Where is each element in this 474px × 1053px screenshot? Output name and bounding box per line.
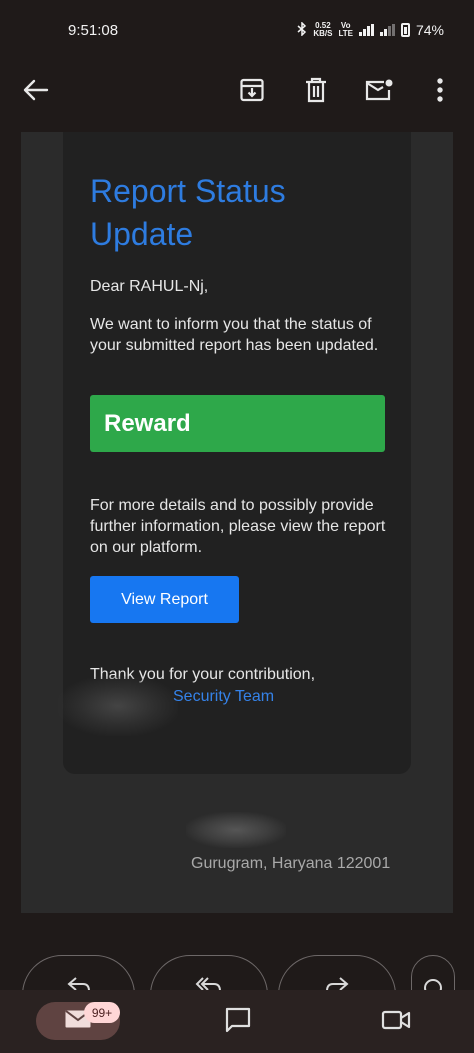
battery-icon bbox=[400, 23, 410, 37]
back-arrow-icon[interactable] bbox=[12, 60, 60, 120]
status-indicators: 0.52 KB/S Vo LTE 74% bbox=[297, 20, 444, 39]
mark-unread-icon[interactable] bbox=[355, 60, 403, 120]
security-team-link[interactable]: Security Team bbox=[173, 688, 274, 706]
archive-icon[interactable] bbox=[228, 60, 276, 120]
more-vert-icon[interactable] bbox=[416, 60, 464, 120]
view-report-label: View Report bbox=[121, 590, 208, 608]
signal-icon-2 bbox=[379, 24, 395, 36]
battery-percent: 74% bbox=[415, 22, 444, 38]
status-label: Reward bbox=[104, 409, 191, 437]
signal-icon bbox=[358, 24, 374, 36]
status-time: 9:51:08 bbox=[68, 21, 119, 39]
net-speed-unit: KB/S bbox=[313, 29, 333, 38]
email-title: Report Status Update bbox=[90, 173, 286, 252]
nav-meet[interactable] bbox=[380, 1006, 412, 1038]
status-banner: Reward bbox=[90, 395, 385, 452]
email-intro: We want to inform you that the status of… bbox=[90, 316, 379, 354]
redacted-sender bbox=[58, 676, 178, 736]
top-toolbar bbox=[0, 60, 474, 130]
redacted-company bbox=[186, 812, 286, 848]
bluetooth-icon bbox=[297, 20, 307, 39]
delete-icon[interactable] bbox=[292, 60, 340, 120]
nav-chat[interactable] bbox=[222, 1006, 254, 1038]
email-greeting: Dear RAHUL-Nj, bbox=[90, 278, 209, 295]
volte-bottom: LTE bbox=[338, 29, 353, 38]
chat-icon bbox=[224, 1006, 252, 1039]
email-details: For more details and to possibly provide… bbox=[90, 497, 386, 556]
net-speed: 0.52 KB/S bbox=[313, 22, 332, 38]
company-address: Gurugram, Haryana 122001 bbox=[191, 855, 391, 872]
status-bar: 9:51:08 0.52 KB/S Vo LTE 74% bbox=[0, 0, 474, 60]
volte-indicator: Vo LTE bbox=[338, 22, 353, 38]
mail-count-badge: 99+ bbox=[84, 1002, 120, 1023]
video-icon bbox=[381, 1008, 411, 1037]
view-report-button[interactable]: View Report bbox=[90, 576, 239, 623]
